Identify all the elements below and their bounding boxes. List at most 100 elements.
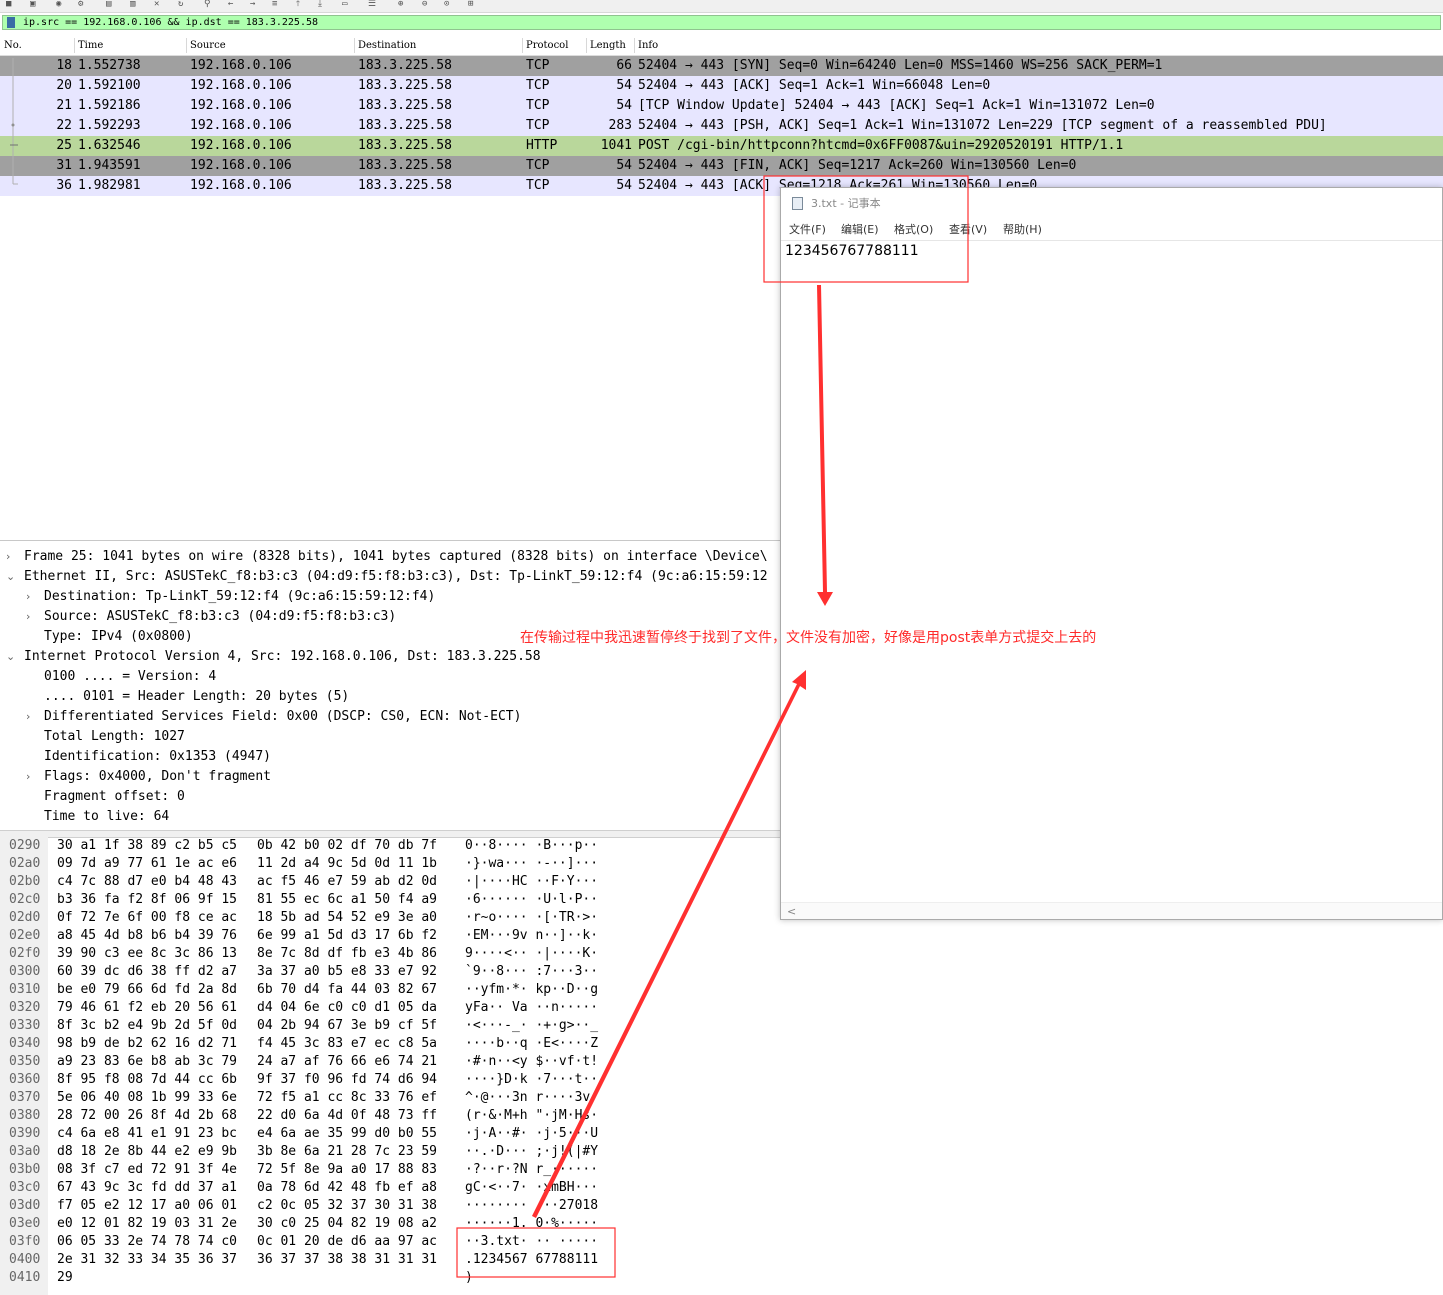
menu-file[interactable]: 文件(F) xyxy=(789,220,826,240)
hex-offset: 0400 xyxy=(9,1252,41,1267)
hex-ascii: .1234567 67788111 xyxy=(465,1252,599,1267)
hex-offset: 0410 xyxy=(9,1270,41,1285)
autoscroll-icon[interactable]: ▭ xyxy=(342,0,347,9)
hex-bytes-high: 04 2b 94 67 3e b9 cf 5f xyxy=(257,1018,438,1033)
go-to-packet-icon[interactable]: ≡ xyxy=(272,0,277,9)
expand-arrow-icon[interactable]: › xyxy=(6,547,10,567)
packet-cell-info: 52404 → 443 [FIN, ACK] Seq=1217 Ack=260 … xyxy=(638,158,1077,173)
normal-size-icon[interactable]: ⊙ xyxy=(444,0,449,9)
col-header-source[interactable]: Source xyxy=(190,36,226,55)
packet-cell-info: 52404 → 443 [ACK] Seq=1 Ack=1 Win=66048 … xyxy=(638,78,991,93)
hex-bytes-low: 09 7d a9 77 61 1e ac e6 xyxy=(57,856,238,871)
last-packet-icon[interactable]: ⤓ xyxy=(318,0,322,9)
menu-format[interactable]: 格式(O) xyxy=(894,220,933,240)
notepad-window[interactable]: 3.txt - 记事本 文件(F) 编辑(E) 格式(O) 查看(V) 帮助(H… xyxy=(780,187,1443,920)
scroll-left-icon[interactable]: < xyxy=(787,905,796,918)
hex-bytes-low: a8 45 4d b8 b6 b4 39 76 xyxy=(57,928,238,943)
expand-arrow-icon[interactable]: › xyxy=(26,607,30,627)
menu-help[interactable]: 帮助(H) xyxy=(1003,220,1042,240)
packet-cell-time: 1.943591 xyxy=(78,158,141,173)
packet-cell-dst: 183.3.225.58 xyxy=(358,138,452,153)
collapse-arrow-icon[interactable]: ⌄ xyxy=(6,647,15,667)
menu-edit[interactable]: 编辑(E) xyxy=(841,220,879,240)
hex-ascii: `9··8··· :7···3·· xyxy=(465,964,599,979)
save-file-icon[interactable]: ▥ xyxy=(130,0,135,9)
hex-ascii: ········ ···27018 xyxy=(465,1198,599,1213)
packet-details-pane[interactable]: › Frame 25: 1041 bytes on wire (8328 bits… xyxy=(0,546,781,830)
column-separator[interactable] xyxy=(634,38,635,53)
detail-text: Flags: 0x4000, Don't fragment xyxy=(44,769,271,784)
hex-ascii: ··yfm·*· kp··D··g xyxy=(465,982,599,997)
column-separator[interactable] xyxy=(74,38,75,53)
stop-capture-icon[interactable]: ■ xyxy=(6,0,11,9)
hex-bytes-high: 8e 7c 8d df fb e3 4b 86 xyxy=(257,946,438,961)
hex-bytes-high: 11 2d a4 9c 5d 0d 11 1b xyxy=(257,856,438,871)
column-separator[interactable] xyxy=(522,38,523,53)
packet-row[interactable]: 21 1.592186 192.168.0.106 183.3.225.58 TCP 54… xyxy=(0,96,1443,116)
search-icon[interactable]: ⚲ xyxy=(204,0,211,9)
hex-offset: 02a0 xyxy=(9,856,41,871)
packet-cell-info: POST /cgi-bin/httpconn?htcmd=0x6FF0087&u… xyxy=(638,138,1124,153)
col-header-no[interactable]: No. xyxy=(4,36,22,55)
close-file-icon[interactable]: ✕ xyxy=(154,0,159,9)
packet-row[interactable]: 25 1.632546 192.168.0.106 183.3.225.58 HTTP 1… xyxy=(0,136,1443,156)
open-file-icon[interactable]: ▤ xyxy=(106,0,111,9)
packet-row[interactable]: 18 1.552738 192.168.0.106 183.3.225.58 TCP 66… xyxy=(0,56,1443,76)
packet-row[interactable]: 20 1.592100 192.168.0.106 183.3.225.58 TCP 54… xyxy=(0,76,1443,96)
column-separator[interactable] xyxy=(586,38,587,53)
collapse-arrow-icon[interactable]: ⌄ xyxy=(6,567,15,587)
hex-bytes-low: 28 72 00 26 8f 4d 2b 68 xyxy=(57,1108,238,1123)
hex-bytes-low: 08 3f c7 ed 72 91 3f 4e xyxy=(57,1162,238,1177)
packet-row[interactable]: 22 1.592293 192.168.0.106 183.3.225.58 TCP 28… xyxy=(0,116,1443,136)
packet-cell-dst: 183.3.225.58 xyxy=(358,78,452,93)
column-separator[interactable] xyxy=(186,38,187,53)
resize-columns-icon[interactable]: ⊞ xyxy=(468,0,473,9)
col-header-length[interactable]: Length xyxy=(590,36,626,55)
options-icon[interactable]: ◉ xyxy=(56,0,61,9)
col-header-info[interactable]: Info xyxy=(638,36,658,55)
hex-offset: 02e0 xyxy=(9,928,41,943)
menu-view[interactable]: 查看(V) xyxy=(949,220,987,240)
zoom-out-icon[interactable]: ⊖ xyxy=(422,0,427,9)
restart-capture-icon[interactable]: ▣ xyxy=(30,0,35,9)
hex-ascii: ····}D·k ·7···t·· xyxy=(465,1072,599,1087)
hex-offset: 02f0 xyxy=(9,946,41,961)
hex-bytes-low: a9 23 83 6e b8 ab 3c 79 xyxy=(57,1054,238,1069)
col-header-protocol[interactable]: Protocol xyxy=(526,36,568,55)
notepad-horizontal-scrollbar[interactable]: < xyxy=(781,902,1442,919)
notepad-title-bar[interactable]: 3.txt - 记事本 xyxy=(781,188,1442,220)
display-filter-input[interactable]: ip.src == 192.168.0.106 && ip.dst == 183… xyxy=(2,15,1441,30)
packet-row[interactable]: 31 1.943591 192.168.0.106 183.3.225.58 TCP 54… xyxy=(0,156,1443,176)
notepad-text-area[interactable]: 123456767788111 xyxy=(785,240,919,262)
hex-ascii: ······1. 0·%····· xyxy=(465,1216,599,1231)
column-separator[interactable] xyxy=(354,38,355,53)
packet-cell-proto: TCP xyxy=(526,78,550,93)
expand-arrow-icon[interactable]: › xyxy=(26,587,30,607)
detail-text: Differentiated Services Field: 0x00 (DSC… xyxy=(44,709,522,724)
col-header-time[interactable]: Time xyxy=(78,36,103,55)
first-packet-icon[interactable]: ⤒ xyxy=(296,0,300,9)
hex-bytes-low: 29 xyxy=(57,1270,73,1285)
reload-icon[interactable]: ↻ xyxy=(178,0,183,9)
filter-bookmark-icon[interactable] xyxy=(7,17,15,28)
packet-bytes-pane[interactable]: 0290 30 a1 1f 38 89 c2 b5 c5 0b 42 b0 02 d… xyxy=(0,837,781,1295)
packet-cell-len: 1041 xyxy=(600,138,632,153)
packet-cell-time: 1.982981 xyxy=(78,178,141,193)
go-forward-icon[interactable]: → xyxy=(250,0,255,9)
col-header-destination[interactable]: Destination xyxy=(358,36,416,55)
expand-arrow-icon[interactable]: › xyxy=(26,707,30,727)
gear-icon[interactable]: ⚙ xyxy=(78,0,83,9)
hex-bytes-high: 0b 42 b0 02 df 70 db 7f xyxy=(257,838,438,853)
go-back-icon[interactable]: ← xyxy=(228,0,233,9)
zoom-in-icon[interactable]: ⊕ xyxy=(398,0,403,9)
detail-text: Time to live: 64 xyxy=(44,809,170,824)
hex-ascii: ·j·A··#· ·j·5···U xyxy=(465,1126,599,1141)
expand-arrow-icon[interactable]: › xyxy=(26,767,30,787)
hex-offset: 0340 xyxy=(9,1036,41,1051)
packet-cell-info: 52404 → 443 [SYN] Seq=0 Win=64240 Len=0 … xyxy=(638,58,1163,73)
packet-cell-dst: 183.3.225.58 xyxy=(358,98,452,113)
colorize-icon[interactable]: ☰ xyxy=(368,0,376,9)
detail-text: Identification: 0x1353 (4947) xyxy=(44,749,271,764)
hex-bytes-low: c4 6a e8 41 e1 91 23 bc xyxy=(57,1126,238,1141)
hex-bytes-low: 0f 72 7e 6f 00 f8 ce ac xyxy=(57,910,238,925)
